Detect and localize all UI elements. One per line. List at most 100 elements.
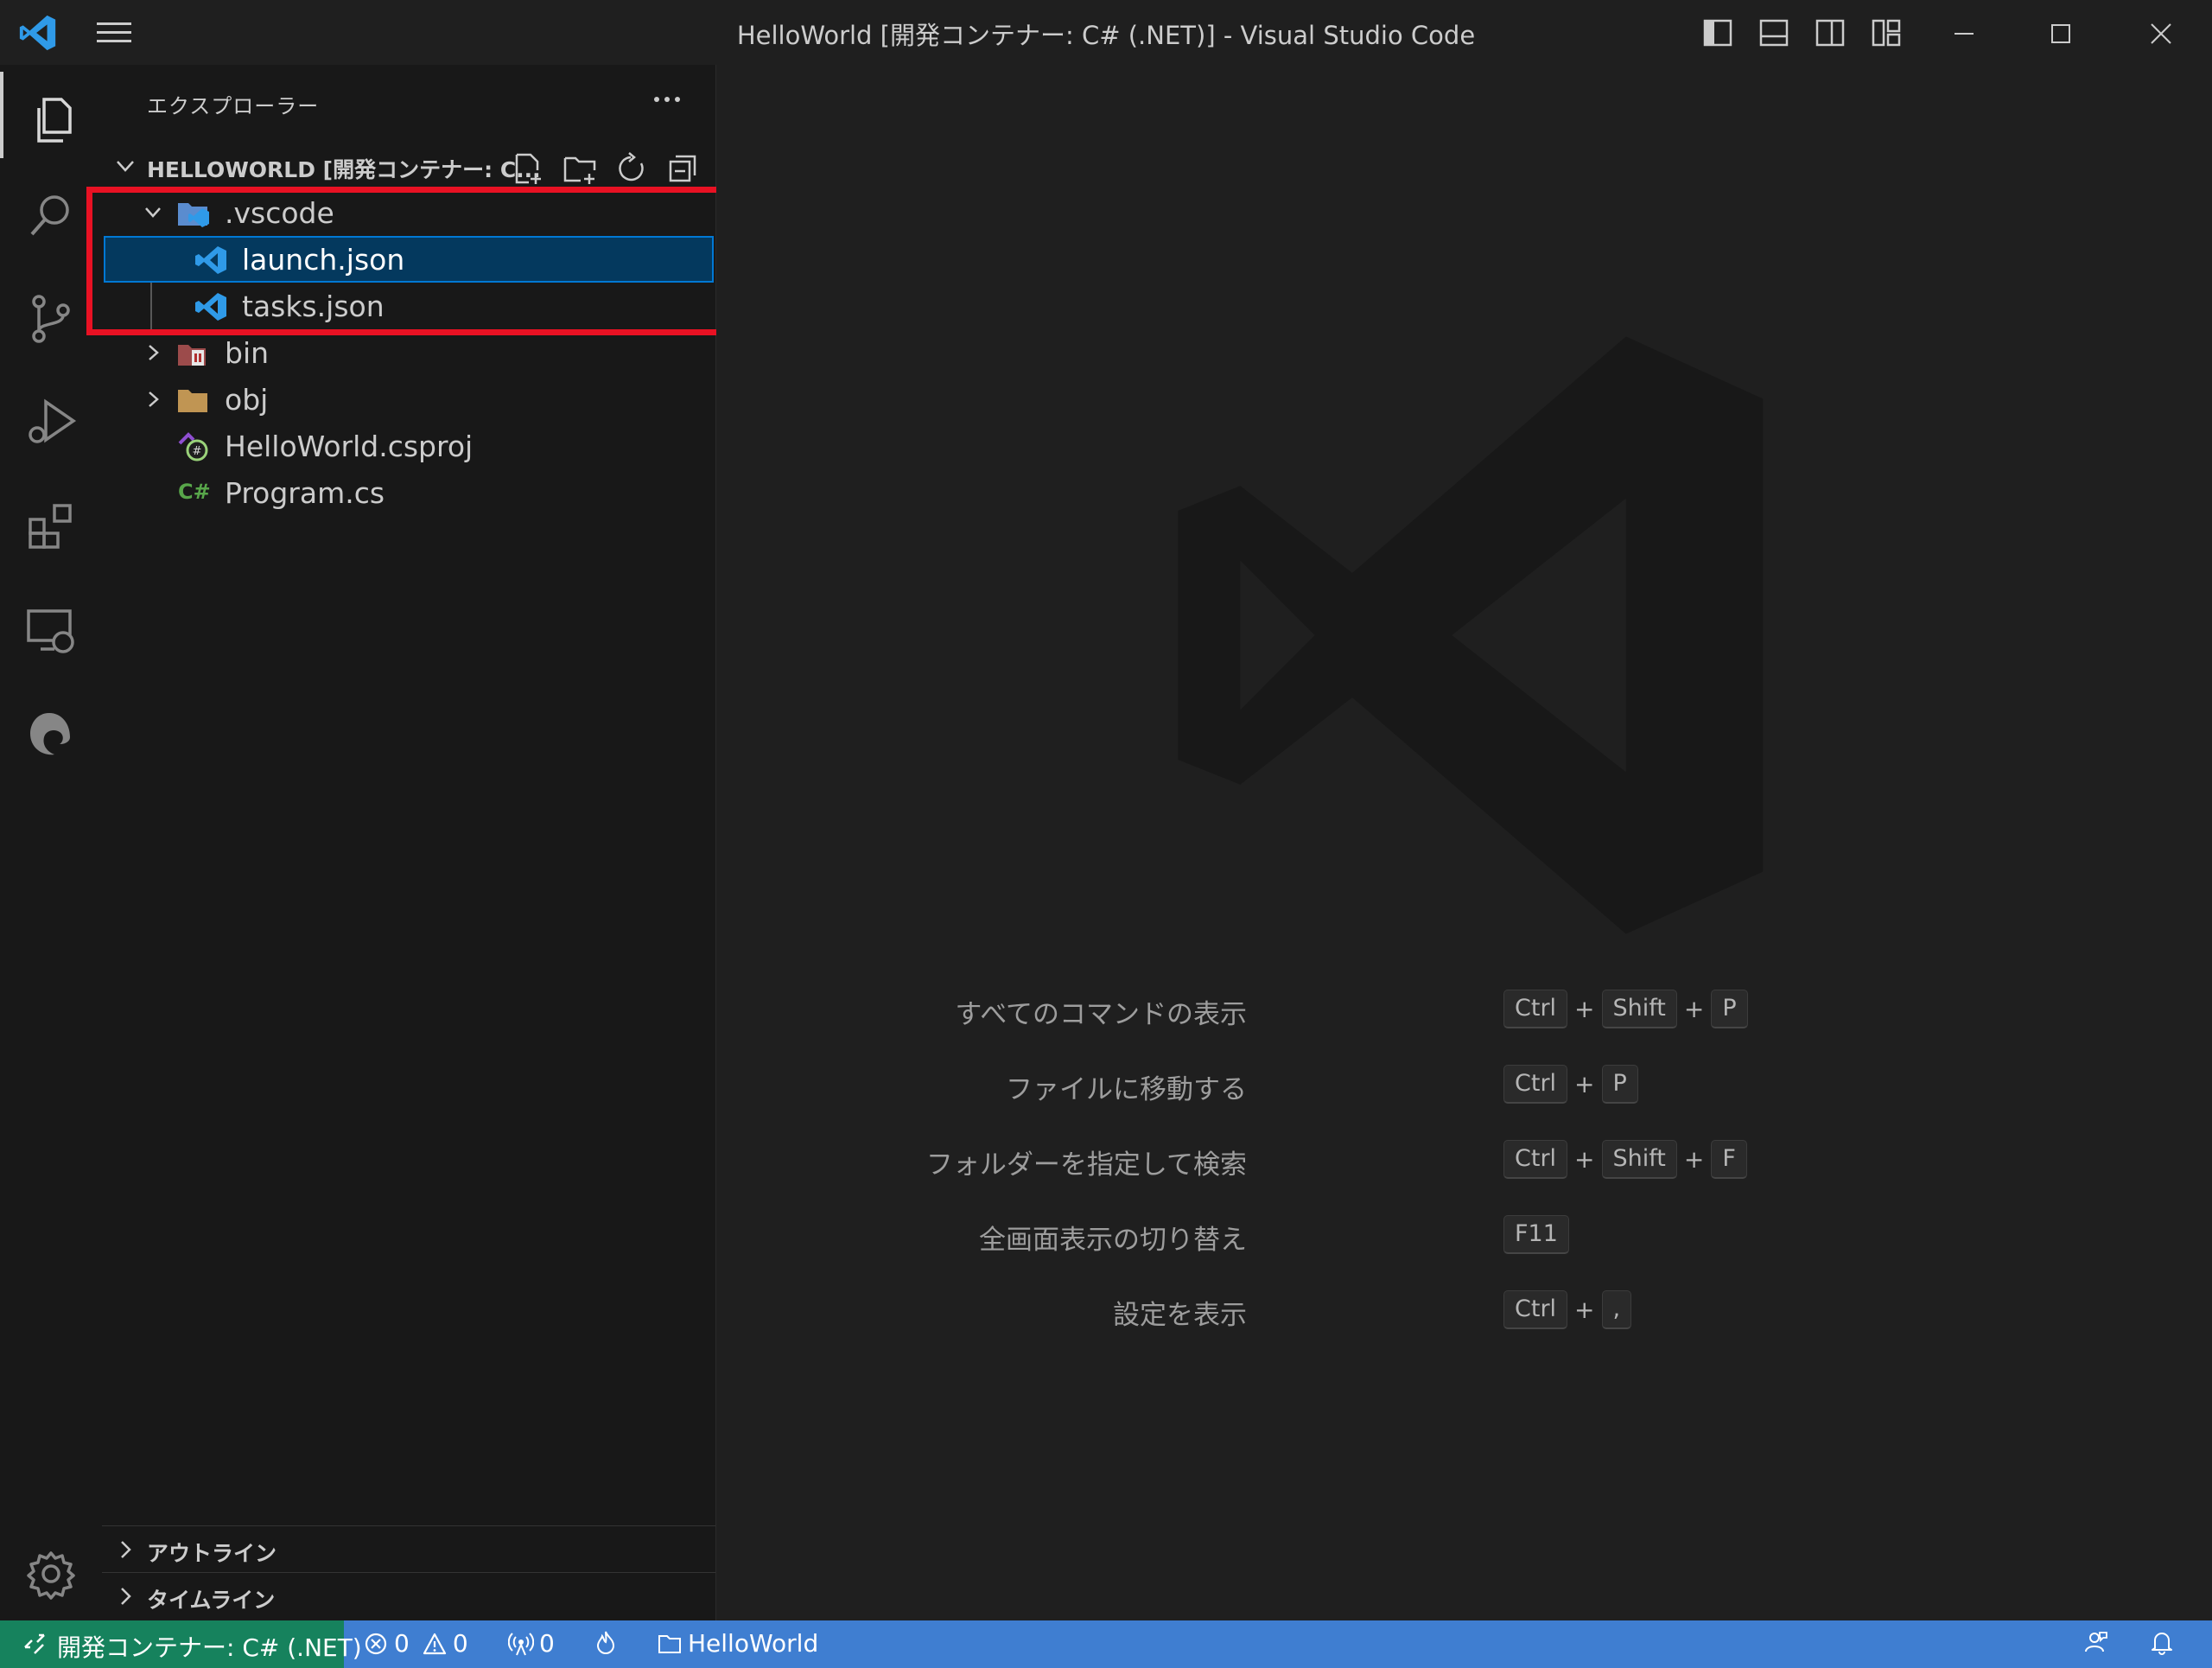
close-icon[interactable] — [2141, 14, 2181, 54]
key: Ctrl — [1503, 1064, 1568, 1104]
toggle-panel-icon[interactable] — [1757, 16, 1791, 50]
key-separator: + — [1574, 1069, 1595, 1098]
timeline-label: タイムライン — [147, 1588, 276, 1613]
csproj-icon: # — [178, 432, 208, 462]
shortcut-row: すべてのコマンドの表示 Ctrl + Shift + P — [716, 984, 2212, 1032]
key: Shift — [1601, 1139, 1677, 1179]
new-file-icon[interactable] — [510, 151, 546, 186]
tree-item-bin-folder[interactable]: bin — [102, 329, 715, 376]
tree-item-program-cs[interactable]: C# Program.cs — [102, 469, 715, 516]
remote-explorer-activity-button[interactable] — [0, 582, 102, 668]
customize-layout-icon[interactable] — [1869, 16, 1904, 50]
chevron-right-icon — [149, 392, 159, 407]
explorer-activity-button[interactable] — [0, 72, 105, 158]
outline-section-header[interactable]: アウトライン — [102, 1525, 715, 1573]
status-bar: 開発コンテナー: C# (.NET) 0 0 0 HelloWorld — [0, 1620, 2212, 1668]
folder-indicator[interactable]: HelloWorld — [657, 1629, 818, 1658]
key-separator: + — [1574, 994, 1595, 1023]
chevron-right-icon — [121, 1588, 131, 1605]
shortcut-label: フォルダーを指定して検索 — [925, 1149, 1247, 1181]
chevron-down-icon — [117, 161, 134, 172]
warning-icon — [423, 1633, 446, 1654]
key: Shift — [1601, 989, 1677, 1028]
toggle-secondary-sidebar-icon[interactable] — [1813, 16, 1847, 50]
new-folder-icon[interactable] — [562, 151, 598, 186]
remote-label: 開発コンテナー: C# (.NET) — [57, 1633, 362, 1662]
vscode-watermark-icon — [1178, 336, 1764, 934]
run-debug-icon — [29, 398, 77, 443]
run-debug-activity-button[interactable] — [0, 374, 102, 461]
key: Ctrl — [1503, 989, 1568, 1028]
highlight-box — [86, 187, 740, 335]
shortcut-row: 全画面表示の切り替え F11 — [716, 1209, 2212, 1257]
key-separator: + — [1574, 1144, 1595, 1174]
shortcut-label: 全画面表示の切り替え — [979, 1225, 1247, 1256]
accounts-feedback-button[interactable] — [2082, 1629, 2113, 1655]
flame-icon — [596, 1631, 615, 1654]
bell-icon — [2152, 1633, 2172, 1655]
more-actions-icon[interactable] — [648, 82, 686, 117]
key-separator: + — [1683, 1144, 1705, 1174]
shortcut-label: ファイルに移動する — [1006, 1074, 1247, 1105]
key-separator: + — [1574, 1295, 1595, 1324]
tree-item-label: bin — [225, 336, 270, 370]
ports-count: 0 — [539, 1629, 555, 1658]
extensions-activity-button[interactable] — [0, 478, 102, 564]
key: , — [1601, 1289, 1632, 1329]
svg-text:#: # — [193, 445, 202, 458]
editor-area: すべてのコマンドの表示 Ctrl + Shift + P ファイルに移動する C… — [716, 65, 2212, 1620]
broadcast-icon — [508, 1632, 534, 1655]
timeline-section-header[interactable]: タイムライン — [102, 1572, 715, 1620]
error-icon — [365, 1633, 387, 1654]
folder-icon — [178, 390, 207, 412]
error-count: 0 — [394, 1629, 410, 1658]
warning-count: 0 — [452, 1629, 468, 1658]
search-icon — [30, 195, 69, 236]
manage-activity-button[interactable] — [0, 1525, 102, 1612]
refresh-icon[interactable] — [613, 151, 650, 186]
edge-icon — [30, 713, 70, 755]
tree-item-label: HelloWorld.csproj — [225, 430, 474, 463]
key: P — [1601, 1064, 1638, 1104]
tree-item-csproj[interactable]: # HelloWorld.csproj — [102, 423, 715, 469]
explorer-header: エクスプローラー — [147, 94, 320, 118]
shortcut-row: 設定を表示 Ctrl + , — [716, 1284, 2212, 1333]
source-control-icon — [32, 295, 70, 343]
ports-indicator[interactable]: 0 — [508, 1629, 555, 1658]
problems-indicator[interactable]: 0 0 — [363, 1629, 468, 1658]
tree-item-label: Program.cs — [225, 476, 385, 510]
key: Ctrl — [1503, 1289, 1568, 1329]
edge-devtools-activity-button[interactable] — [0, 685, 102, 772]
collapse-all-icon[interactable] — [665, 151, 702, 186]
shortcut-label: すべてのコマンドの表示 — [955, 999, 1247, 1030]
remote-explorer-icon — [27, 609, 74, 653]
chevron-right-icon — [149, 345, 159, 360]
gear-icon — [27, 1551, 75, 1600]
minimize-icon[interactable] — [1944, 14, 1984, 54]
remote-indicator[interactable]: 開発コンテナー: C# (.NET) — [0, 1620, 362, 1668]
folder-name: HelloWorld — [688, 1629, 819, 1658]
extensions-icon — [29, 504, 72, 549]
notifications-button[interactable] — [2149, 1629, 2180, 1655]
folder-icon — [658, 1634, 681, 1653]
key: P — [1711, 989, 1748, 1028]
keybinding: Ctrl + P — [1503, 1064, 1638, 1104]
shortcut-row: ファイルに移動する Ctrl + P — [716, 1059, 2212, 1107]
toggle-primary-sidebar-icon[interactable] — [1700, 16, 1735, 50]
files-icon — [37, 98, 72, 143]
bin-folder-icon — [178, 345, 206, 366]
keybinding: Ctrl + , — [1503, 1289, 1632, 1329]
flame-indicator[interactable] — [593, 1629, 624, 1655]
keybinding: Ctrl + Shift + F — [1503, 1139, 1747, 1179]
key-separator: + — [1683, 994, 1705, 1023]
key: F — [1711, 1139, 1747, 1179]
outline-label: アウトライン — [147, 1541, 277, 1566]
keybinding: Ctrl + Shift + P — [1503, 989, 1748, 1028]
keybinding: F11 — [1503, 1214, 1569, 1254]
csharp-icon: C# — [178, 480, 211, 504]
vscode-window: HelloWorld [開発コンテナー: C# (.NET)] - Visual… — [0, 0, 2212, 1668]
workspace-section-header[interactable]: HELLOWORLD [開発コンテナー: C... — [102, 143, 715, 189]
shortcut-row: フォルダーを指定して検索 Ctrl + Shift + F — [716, 1134, 2212, 1182]
tree-item-obj-folder[interactable]: obj — [102, 376, 715, 423]
maximize-icon[interactable] — [2041, 14, 2081, 54]
